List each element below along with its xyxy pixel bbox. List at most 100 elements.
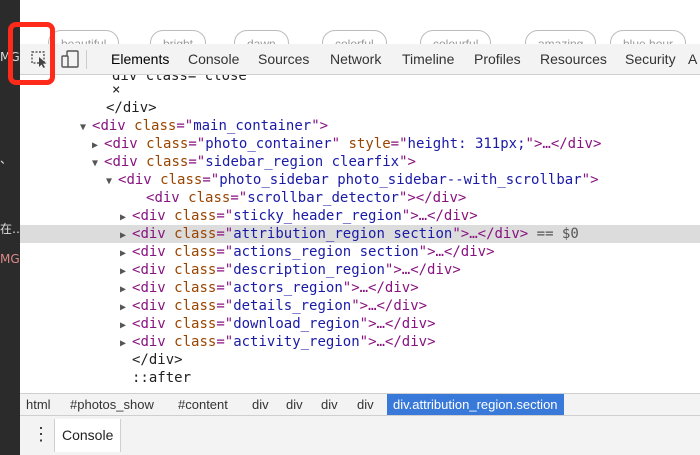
- attr-punct: ": [359, 334, 369, 350]
- attr-value: photo_sidebar photo_sidebar--with_scroll…: [219, 172, 582, 188]
- attr-punct: ": [452, 226, 461, 242]
- tab-resources[interactable]: Resources: [540, 44, 607, 75]
- dom-tree-row[interactable]: ▶ <div class="actions_region section">…</…: [20, 243, 700, 261]
- dom-tree-row[interactable]: <div class="scrollbar_detector"></div>: [20, 189, 700, 207]
- attr-value: attribution_region section: [233, 226, 453, 242]
- dom-tree-row[interactable]: ▶ <div class="description_region">…</div>: [20, 261, 700, 279]
- dom-tree-node: </div>: [120, 351, 183, 369]
- attr-value: height: 311px;: [407, 136, 526, 152]
- tab-network[interactable]: Network: [330, 44, 381, 75]
- attr-punct: =": [216, 226, 234, 242]
- dom-tree-node: ▶ <div class="description_region">…</div>: [120, 261, 461, 281]
- dom-tree-row[interactable]: ▼ <div class="sidebar_region clearfix">: [20, 153, 700, 171]
- tag-close: >…</div>: [460, 226, 529, 242]
- drawer-tab-console[interactable]: Console: [54, 419, 122, 452]
- tab-sources[interactable]: Sources: [258, 44, 309, 75]
- dom-tree-row[interactable]: ▶ <div class="sticky_header_region">…</di…: [20, 207, 700, 225]
- dom-tree-node: ▶ <div class="details_region">…</div>: [120, 297, 427, 317]
- attr-punct: =": [202, 172, 220, 188]
- breadcrumb-item[interactable]: #photos_show: [64, 394, 160, 415]
- tag-name: div: [140, 262, 166, 278]
- tag-name: div: [100, 118, 126, 134]
- page-tag[interactable]: dawn: [234, 30, 289, 44]
- page-tag[interactable]: colourful: [420, 30, 492, 44]
- dom-tree-row[interactable]: ▼ <div class="main_container">: [20, 117, 700, 135]
- dom-tree-node: ▼ <div class="sidebar_region clearfix">: [92, 153, 416, 173]
- dom-tree-row[interactable]: ×: [20, 81, 700, 99]
- tab-security[interactable]: Security: [625, 44, 676, 75]
- dom-tree-node: ×: [100, 81, 120, 99]
- page-tag[interactable]: blue hour: [610, 30, 687, 44]
- tag-close: >…</div>: [427, 244, 495, 260]
- tag-name: div: [112, 154, 138, 170]
- attr-value: scrollbar_detector: [247, 190, 399, 206]
- attr-punct: ": [311, 118, 320, 134]
- dom-node-text: ×: [112, 82, 121, 98]
- tab-timeline[interactable]: Timeline: [402, 44, 454, 75]
- attr-name: class: [174, 298, 217, 314]
- attr-punct: ": [331, 136, 341, 152]
- vertical-ellipsis-icon[interactable]: ⋮: [32, 424, 50, 444]
- page-text-fragment: 、: [0, 152, 13, 166]
- dom-tree-node: <div class="scrollbar_detector"></div>: [134, 189, 466, 207]
- breadcrumb-item[interactable]: #content: [172, 394, 234, 415]
- breadcrumb-item[interactable]: div: [351, 394, 380, 415]
- breadcrumb-item-selected[interactable]: div.attribution_region.section: [387, 394, 564, 415]
- dom-tree-row[interactable]: ▼ <div class="photo_sidebar photo_sidebar…: [20, 171, 700, 189]
- inspect-highlight-annotation: [8, 22, 55, 85]
- attr-name: class: [174, 316, 217, 332]
- tag-name: div: [140, 244, 166, 260]
- tag-close: >…</div>: [368, 334, 436, 350]
- page-tag[interactable]: bright: [150, 30, 207, 44]
- attr-value: actions_region section: [233, 244, 419, 260]
- tag-name: div: [140, 316, 166, 332]
- attr-punct: ": [342, 280, 352, 296]
- dom-tree-node: ▼ <div class="photo_sidebar photo_sidebar…: [106, 171, 599, 191]
- dom-tree-row[interactable]: ::after: [20, 369, 700, 387]
- dom-node-text: </div>: [106, 100, 157, 116]
- dom-tree-row[interactable]: </div>: [20, 351, 700, 369]
- dom-tree-row[interactable]: ▶ <div class="activity_region">…</div>: [20, 333, 700, 351]
- tab-elements[interactable]: Elements: [111, 44, 169, 75]
- breadcrumb-item[interactable]: div: [280, 394, 309, 415]
- dom-tree-row[interactable]: </div>: [20, 99, 700, 117]
- devtools-toolbar: Elements Console Sources Network Timelin…: [20, 44, 700, 75]
- dom-tree-row[interactable]: ▶ <div class="attribution_region section"…: [20, 225, 700, 243]
- tab-more[interactable]: A: [688, 44, 697, 75]
- tab-console[interactable]: Console: [188, 44, 239, 75]
- breadcrumb-item[interactable]: div: [246, 394, 275, 415]
- breadcrumb-item[interactable]: div: [315, 394, 344, 415]
- dom-tree-node: ▶ <div class="actors_region">…</div>: [120, 279, 419, 299]
- attr-name: class: [134, 118, 177, 134]
- page-tag[interactable]: amazing: [525, 30, 597, 44]
- breadcrumb-item[interactable]: html: [20, 394, 57, 415]
- tab-profiles[interactable]: Profiles: [474, 44, 521, 75]
- attr-punct: =": [176, 118, 194, 134]
- attr-value: download_region: [233, 316, 360, 332]
- attr-value: details_region: [233, 298, 352, 314]
- dom-tree-node: ▶ <div class="photo_container" style="hei…: [92, 135, 601, 155]
- dom-tree-row[interactable]: ▶ <div class="actors_region">…</div>: [20, 279, 700, 297]
- tag-name: div: [140, 280, 166, 296]
- dom-tree-row[interactable]: ▶ <div class="download_region">…</div>: [20, 315, 700, 333]
- page-tag[interactable]: colorful: [322, 30, 387, 44]
- tag-close: >…</div>: [368, 316, 436, 332]
- dom-node-text: </div>: [132, 352, 183, 368]
- device-toggle-icon[interactable]: [60, 50, 80, 68]
- attr-punct: =": [216, 298, 234, 314]
- dom-tree-row[interactable]: ▶ <div class="details_region">…</div>: [20, 297, 700, 315]
- dom-tree-node: ▶ <div class="download_region">…</div>: [120, 315, 436, 335]
- attr-punct: =": [216, 208, 234, 224]
- attr-value: actors_region: [233, 280, 343, 296]
- page-tag[interactable]: beautiful: [48, 30, 120, 44]
- tag-close: >…</div>: [351, 280, 419, 296]
- page-text-fragment: 在…: [0, 222, 20, 236]
- dom-tree-node: </div>: [94, 99, 157, 117]
- dom-tree-row[interactable]: ▶ <div class="photo_container" style="hei…: [20, 135, 700, 153]
